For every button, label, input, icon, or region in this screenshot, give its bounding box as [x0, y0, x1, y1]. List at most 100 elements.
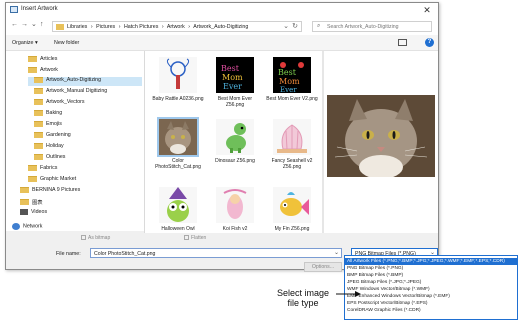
file-thumbnail [216, 119, 254, 155]
file-thumbnail [157, 117, 199, 157]
sidebar-item-holiday[interactable]: Holiday [34, 143, 64, 152]
svg-text:Ever: Ever [280, 86, 297, 93]
forward-icon[interactable]: → [21, 21, 28, 28]
window-title: Insert Artwork [21, 6, 58, 12]
file-thumbnail [216, 187, 254, 223]
breadcrumb-item[interactable]: Libraries [67, 24, 87, 30]
sidebar-item-videos[interactable]: Videos [20, 209, 47, 218]
sidebar-item-emojis[interactable]: Emojis [34, 121, 62, 130]
search-icon: ⌕ [317, 23, 321, 29]
sidebar-item-label: Outlines [46, 154, 66, 160]
file-item[interactable]: Fancy Seashell v2 Z56.png [266, 119, 318, 170]
breadcrumb-separator: › [118, 23, 121, 30]
file-type-option[interactable]: WMF Windows Vector/Bitmap (*.WMF) [345, 286, 517, 293]
close-icon[interactable]: ✕ [420, 3, 434, 17]
breadcrumb-separator: › [161, 23, 164, 30]
file-name-label: File name: [56, 251, 81, 257]
back-icon[interactable]: ← [11, 21, 18, 28]
folder-icon [34, 121, 43, 127]
file-item[interactable]: Dinosaur Z56.png [209, 119, 261, 164]
file-name: Baby Rattle A0236.png [152, 96, 204, 102]
videos-icon [20, 209, 28, 215]
sidebar-item-outlines[interactable]: Outlines [34, 154, 65, 163]
file-type-option[interactable]: PNG Bitmap Files (*.PNG) [345, 265, 517, 272]
sidebar-item-chinese-folder[interactable]: 图表 [20, 198, 43, 207]
file-item[interactable]: My Fin Z56.png [266, 187, 318, 232]
chevron-down-icon[interactable]: ⌄ [334, 249, 339, 256]
sidebar-item-artwork-manual-digitizing[interactable]: Artwork_Manual Digitizing [34, 88, 107, 97]
svg-text:Mom: Mom [279, 77, 300, 86]
file-type-option[interactable]: All Artwork Files (*.PNG;*.BMP;*.JPG;*.J… [345, 258, 517, 265]
file-item[interactable]: Best Mom Ever Best Mom Ever Z56.png [209, 57, 261, 108]
network-icon [12, 223, 20, 230]
search-box[interactable]: ⌕ Search Artwork_Auto-Digitizing [312, 21, 432, 32]
sidebar-item-label: Artwork_Vectors [46, 99, 85, 105]
file-type-option[interactable]: JPEG Bitmap Files (*.JPG;*.JPEG) [345, 279, 517, 286]
file-item[interactable]: Koi Fish v2 [209, 187, 261, 232]
file-thumbnail [159, 57, 197, 93]
breadcrumb-item[interactable]: Artwork [167, 24, 185, 30]
navigation-pane: Articles Artwork Artwork_Auto-Digitizing… [6, 51, 144, 231]
sidebar-item-label: Artwork [40, 67, 58, 73]
view-options-icon[interactable] [398, 39, 407, 46]
file-item[interactable]: Color PhotoStitch_Cat.png [152, 117, 204, 170]
flatten-option: Flatten [184, 235, 206, 241]
search-placeholder[interactable]: Search Artwork_Auto-Digitizing [327, 24, 399, 30]
sidebar-item-fabrics[interactable]: Fabrics [28, 165, 57, 174]
file-name: Best Mom Ever Z56.png [217, 96, 253, 108]
sidebar-item-articles[interactable]: Articles [28, 56, 142, 65]
file-thumbnail [159, 187, 197, 223]
file-item[interactable]: Halloween Owl [152, 187, 204, 232]
file-type-option[interactable]: CorelDRAW Graphic Files (*.CDR) [345, 307, 517, 314]
recent-locations-icon[interactable]: ⌄ [31, 20, 37, 28]
sidebar-item-baking[interactable]: Baking [34, 110, 62, 119]
navigation-bar: ← → ⌄ ↑ Libraries › Pictures › Hatch Pic… [6, 17, 438, 35]
new-folder-button[interactable]: New folder [54, 40, 79, 46]
folder-icon [34, 143, 43, 149]
sidebar-item-label: Holiday [46, 143, 64, 149]
address-bar[interactable]: Libraries › Pictures › Hatch Pictures › … [52, 21, 302, 32]
file-item[interactable]: Best Mom Ever Best Mom Ever V2.png [266, 57, 318, 102]
chevron-down-icon[interactable]: ⌄ [283, 22, 289, 30]
callout-line-2: file type [287, 298, 319, 308]
options-button[interactable]: Options... [304, 262, 342, 272]
sidebar-item-artwork-auto-digitizing[interactable]: Artwork_Auto-Digitizing [28, 77, 142, 86]
organize-button[interactable]: Organize ▾ [12, 40, 38, 46]
breadcrumb-separator: › [188, 23, 191, 30]
sidebar-item-gardening[interactable]: Gardening [34, 132, 71, 141]
up-icon[interactable]: ↑ [40, 21, 44, 28]
help-icon[interactable]: ? [425, 38, 434, 47]
file-name: My Fin Z56.png [274, 226, 310, 232]
file-thumbnail [273, 119, 311, 155]
file-name-value: Color PhotoStitch_Cat.png [94, 250, 156, 257]
sidebar-item-artwork-vectors[interactable]: Artwork_Vectors [34, 99, 85, 108]
refresh-icon[interactable]: ↻ [292, 22, 298, 30]
sidebar-item-graphic-market[interactable]: Graphic Market [28, 176, 76, 185]
sidebar-item-network[interactable]: Network [12, 223, 42, 232]
svg-text:Best: Best [278, 68, 297, 77]
breadcrumb-item[interactable]: Hatch Pictures [124, 24, 158, 30]
svg-text:Ever: Ever [223, 82, 242, 91]
folder-icon [34, 110, 43, 116]
app-icon [10, 6, 18, 13]
sidebar-item-label: BERNINA 9 Pictures [32, 187, 81, 193]
folder-icon [34, 154, 43, 160]
sidebar-item-label: Network [23, 223, 43, 230]
folder-icon [34, 88, 43, 94]
folder-icon [20, 187, 29, 193]
command-bar: Organize ▾ New folder ? [6, 35, 438, 51]
file-item[interactable]: Baby Rattle A0236.png [152, 57, 204, 102]
flatten-checkbox[interactable] [184, 235, 189, 241]
file-thumbnail: Best Mom Ever [216, 57, 254, 93]
breadcrumb-item[interactable]: Pictures [96, 24, 115, 30]
as-bitmap-checkbox[interactable] [81, 235, 86, 241]
breadcrumb-item[interactable]: Artwork_Auto-Digitizing [193, 24, 248, 30]
file-type-option[interactable]: BMP Bitmap Files (*.BMP) [345, 272, 517, 279]
sidebar-item-artwork[interactable]: Artwork [28, 67, 142, 76]
file-type-option[interactable]: EMF Enhanced Windows Vector/Bitmap (*.EM… [345, 293, 517, 300]
preview-pane [324, 51, 438, 233]
file-type-option[interactable]: EPS Postscript Vector/Bitmap (*.EPS) [345, 300, 517, 307]
sidebar-item-bernina-9-pictures[interactable]: BERNINA 9 Pictures [20, 187, 80, 196]
insert-artwork-dialog: Insert Artwork ✕ ← → ⌄ ↑ Libraries › Pic… [5, 2, 439, 272]
file-name-field[interactable]: Color PhotoStitch_Cat.png ⌄ [90, 248, 342, 258]
